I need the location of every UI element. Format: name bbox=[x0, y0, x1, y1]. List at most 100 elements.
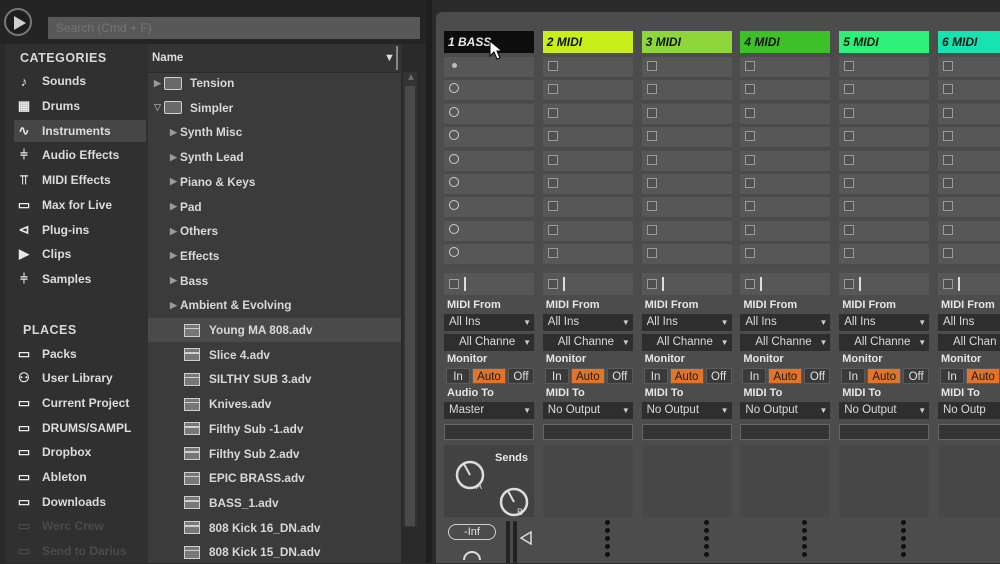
stop-all-square-icon[interactable] bbox=[449, 279, 459, 289]
input-select[interactable]: All Ins ▼ bbox=[740, 314, 831, 331]
drag-handle-icon[interactable] bbox=[604, 520, 611, 560]
channel-select[interactable]: All Channe ▼ bbox=[839, 334, 930, 351]
clip-slot[interactable] bbox=[938, 127, 1000, 151]
output-select[interactable]: Master ▼ bbox=[444, 402, 534, 419]
output-select[interactable]: No Outp▼ bbox=[938, 402, 1000, 419]
preset-file-row[interactable]: BASS_1.adv bbox=[148, 491, 401, 515]
clip-stop-square-icon[interactable] bbox=[943, 201, 953, 212]
clip-stop-square-icon[interactable] bbox=[547, 107, 558, 118]
track-header[interactable]: 3 MIDI bbox=[641, 31, 732, 53]
clip-slot[interactable] bbox=[839, 197, 930, 221]
clip-slot[interactable] bbox=[444, 80, 534, 104]
clip-slot[interactable] bbox=[542, 174, 633, 197]
expand-arrow-icon[interactable]: ▶ bbox=[170, 201, 180, 212]
clip-slot[interactable] bbox=[740, 80, 831, 104]
clip-slot[interactable] bbox=[839, 150, 930, 174]
file-list-scrollbar[interactable]: ▲ bbox=[403, 72, 417, 527]
clip-slot[interactable] bbox=[839, 127, 930, 151]
clip-stop-square-icon[interactable] bbox=[943, 224, 953, 235]
clip-stop-square-icon[interactable] bbox=[547, 131, 558, 142]
preset-file-row[interactable]: 808 Kick 15_DN.adv bbox=[148, 540, 401, 564]
clip-stop-square-icon[interactable] bbox=[943, 154, 953, 165]
place-werc-crew[interactable]: ▭ Werc Crew bbox=[14, 515, 146, 537]
category-drums[interactable]: ▦ Drums bbox=[14, 95, 146, 117]
clip-slot[interactable] bbox=[444, 220, 534, 244]
stop-all-square-icon[interactable] bbox=[844, 279, 855, 289]
subfolder-row[interactable]: ▶ Ambient & Evolving bbox=[148, 293, 401, 317]
place-user-library[interactable]: ⚇ User Library bbox=[14, 367, 146, 389]
clip-stop-square-icon[interactable] bbox=[844, 224, 855, 235]
track-header[interactable]: 6 MIDI bbox=[938, 31, 1000, 53]
preset-file-row[interactable]: Filthy Sub 2.adv bbox=[148, 442, 401, 466]
channel-select[interactable]: All Channe ▼ bbox=[740, 334, 831, 351]
clip-slot[interactable] bbox=[641, 244, 732, 268]
clip-stop-square-icon[interactable] bbox=[745, 248, 756, 259]
monitor-auto-button[interactable]: Auto bbox=[472, 368, 506, 384]
clip-slot[interactable] bbox=[641, 57, 732, 80]
clip-slot[interactable] bbox=[641, 174, 732, 197]
clip-stop-square-icon[interactable] bbox=[646, 178, 657, 188]
monitor-in-button[interactable]: In bbox=[841, 368, 866, 384]
clip-slot[interactable] bbox=[641, 80, 732, 104]
clip-stop-square-icon[interactable] bbox=[745, 107, 756, 118]
preview-play-icon[interactable] bbox=[4, 8, 32, 36]
clip-stop-square-icon[interactable] bbox=[844, 248, 855, 259]
clip-slot[interactable] bbox=[444, 197, 534, 221]
track-header[interactable]: 4 MIDI bbox=[740, 31, 831, 53]
monitor-auto-button[interactable]: Auto bbox=[867, 368, 902, 384]
clip-stop-square-icon[interactable] bbox=[547, 224, 558, 235]
output-channel-box[interactable] bbox=[444, 424, 534, 440]
monitor-in-button[interactable]: In bbox=[446, 368, 470, 384]
output-channel-box[interactable] bbox=[938, 424, 1000, 440]
monitor-off-button[interactable]: Off bbox=[903, 368, 930, 384]
clip-stop-square-icon[interactable] bbox=[547, 84, 558, 95]
clip-slot[interactable] bbox=[839, 103, 930, 127]
track-arm-row[interactable] bbox=[542, 273, 633, 295]
drag-handle-icon[interactable] bbox=[901, 520, 907, 560]
clip-stop-square-icon[interactable] bbox=[547, 248, 558, 259]
clip-slot[interactable] bbox=[542, 197, 633, 221]
clip-slot[interactable] bbox=[542, 244, 633, 268]
output-channel-box[interactable] bbox=[542, 424, 633, 440]
clip-record-icon[interactable] bbox=[449, 177, 459, 187]
clip-stop-square-icon[interactable] bbox=[646, 107, 657, 118]
clip-stop-square-icon[interactable] bbox=[844, 84, 855, 95]
channel-select[interactable]: All Chan▼ bbox=[938, 334, 1000, 351]
clip-slot[interactable] bbox=[938, 150, 1000, 174]
preset-file-row[interactable]: Filthy Sub -1.adv bbox=[148, 417, 401, 441]
clip-slot[interactable] bbox=[839, 174, 930, 197]
clip-slot[interactable] bbox=[542, 220, 633, 244]
clip-slot[interactable] bbox=[641, 150, 732, 174]
clip-stop-square-icon[interactable] bbox=[745, 201, 756, 212]
clip-slot[interactable] bbox=[938, 244, 1000, 268]
category-samples[interactable]: ⫩ Samples bbox=[14, 268, 146, 290]
channel-select[interactable]: All Channe ▼ bbox=[542, 334, 633, 351]
output-channel-box[interactable] bbox=[740, 424, 831, 440]
subfolder-row[interactable]: ▶ Synth Lead bbox=[148, 145, 401, 169]
clip-slot[interactable] bbox=[641, 220, 732, 244]
stop-all-square-icon[interactable] bbox=[547, 279, 558, 289]
clip-stop-square-icon[interactable] bbox=[547, 154, 558, 165]
place-ableton[interactable]: ▭ Ableton bbox=[14, 466, 146, 488]
monitor-off-button[interactable]: Off bbox=[804, 368, 831, 384]
preset-file-row[interactable]: 808 Kick 16_DN.adv bbox=[148, 516, 401, 540]
subfolder-row[interactable]: ▶ Piano & Keys bbox=[148, 170, 401, 194]
subfolder-row[interactable]: ▶ Pad bbox=[148, 195, 401, 219]
monitor-auto-button[interactable]: Auto bbox=[768, 368, 803, 384]
channel-select[interactable]: All Channe ▼ bbox=[444, 334, 534, 351]
drag-handle-icon[interactable] bbox=[703, 520, 710, 560]
place-current-project[interactable]: ▭ Current Project bbox=[14, 392, 146, 414]
clip-slot[interactable] bbox=[740, 103, 831, 127]
expand-arrow-icon[interactable]: ▶ bbox=[170, 176, 180, 187]
stop-all-square-icon[interactable] bbox=[745, 279, 756, 289]
clip-slot[interactable] bbox=[542, 127, 633, 151]
clip-slot[interactable] bbox=[740, 127, 831, 151]
clip-slot[interactable] bbox=[740, 197, 831, 221]
expand-arrow-icon[interactable]: ▶ bbox=[170, 250, 180, 261]
category-clips[interactable]: ▶ Clips bbox=[14, 243, 146, 265]
expand-arrow-icon[interactable]: ▶ bbox=[154, 78, 164, 89]
category-midi-effects[interactable]: ⫪ MIDI Effects bbox=[14, 169, 146, 191]
subfolder-row[interactable]: ▶ Others bbox=[148, 219, 401, 243]
volume-arrow-icon[interactable] bbox=[520, 531, 532, 545]
clip-stop-square-icon[interactable] bbox=[844, 154, 855, 165]
